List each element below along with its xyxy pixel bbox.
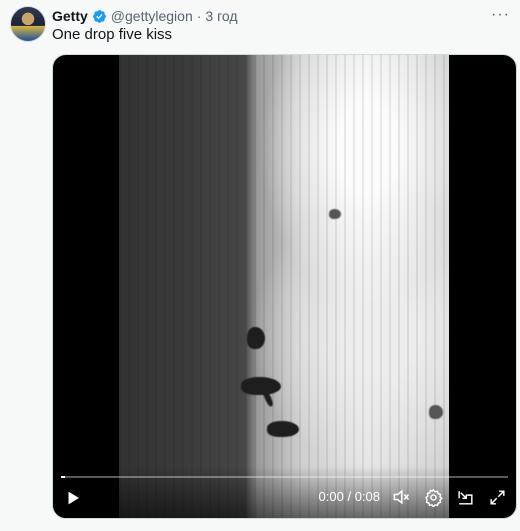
- mute-button[interactable]: [390, 486, 412, 508]
- video-player[interactable]: 0:00 / 0:08: [52, 54, 517, 519]
- fullscreen-button[interactable]: [486, 486, 508, 508]
- picture-in-picture-icon: [457, 490, 473, 505]
- pip-button[interactable]: [454, 486, 476, 508]
- time-readout: 0:00 / 0:08: [319, 489, 381, 504]
- author-name[interactable]: Getty: [52, 8, 88, 24]
- mute-icon: [393, 489, 410, 505]
- tweet-header: Getty @gettylegion · 3 год: [52, 7, 238, 25]
- figure-shape: [241, 377, 281, 395]
- tweet-text: One drop five kiss: [52, 26, 173, 43]
- settings-button[interactable]: [422, 486, 444, 508]
- figure-shape: [429, 405, 443, 419]
- current-time: 0:00: [318, 489, 344, 504]
- tweet-card[interactable]: Getty @gettylegion · 3 год ··· One drop …: [0, 0, 520, 531]
- play-button[interactable]: [63, 488, 83, 508]
- progress-fill: [61, 476, 66, 478]
- gear-icon: [424, 488, 443, 507]
- time-divider: /: [347, 489, 352, 504]
- video-controls: 0:00 / 0:08: [53, 466, 516, 518]
- author-handle[interactable]: @gettylegion: [111, 8, 193, 24]
- video-frame: [119, 55, 449, 518]
- duration: 0:08: [354, 489, 380, 504]
- play-icon: [68, 491, 79, 505]
- verified-badge-icon: [92, 9, 107, 24]
- figure-shape: [267, 421, 299, 437]
- figure-shape: [247, 327, 265, 349]
- progress-bar[interactable]: [61, 476, 508, 478]
- avatar[interactable]: [10, 6, 46, 42]
- timestamp[interactable]: 3 год: [205, 8, 237, 24]
- more-options-button[interactable]: ···: [491, 6, 510, 24]
- fullscreen-icon: [489, 489, 505, 505]
- figure-shape: [329, 209, 341, 219]
- header-separator: ·: [196, 8, 202, 24]
